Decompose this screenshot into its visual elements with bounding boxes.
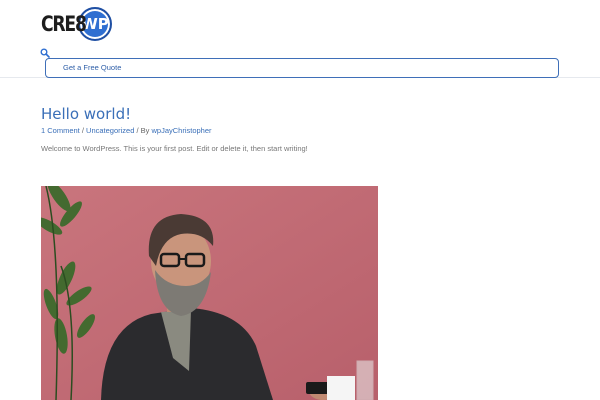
search-icon[interactable] xyxy=(40,48,50,58)
logo-text: CRE8 xyxy=(41,12,87,36)
comments-link[interactable]: 1 Comment xyxy=(41,126,80,135)
site-header: CRE8 WP Get a Free Quote xyxy=(0,0,600,78)
author-link[interactable]: wpJayChristopher xyxy=(152,126,212,135)
post-title[interactable]: Hello world! xyxy=(41,105,131,123)
featured-image[interactable] xyxy=(41,186,378,400)
get-quote-label: Get a Free Quote xyxy=(63,63,122,72)
category-link[interactable]: Uncategorized xyxy=(86,126,134,135)
post-meta: 1 Comment / Uncategorized / By wpJayChri… xyxy=(41,126,212,135)
post-excerpt: Welcome to WordPress. This is your first… xyxy=(41,144,308,153)
featured-image-illustration xyxy=(41,186,378,400)
site-logo[interactable]: CRE8 WP xyxy=(41,7,112,41)
get-quote-button[interactable]: Get a Free Quote xyxy=(45,58,559,78)
meta-by: / By xyxy=(134,126,152,135)
